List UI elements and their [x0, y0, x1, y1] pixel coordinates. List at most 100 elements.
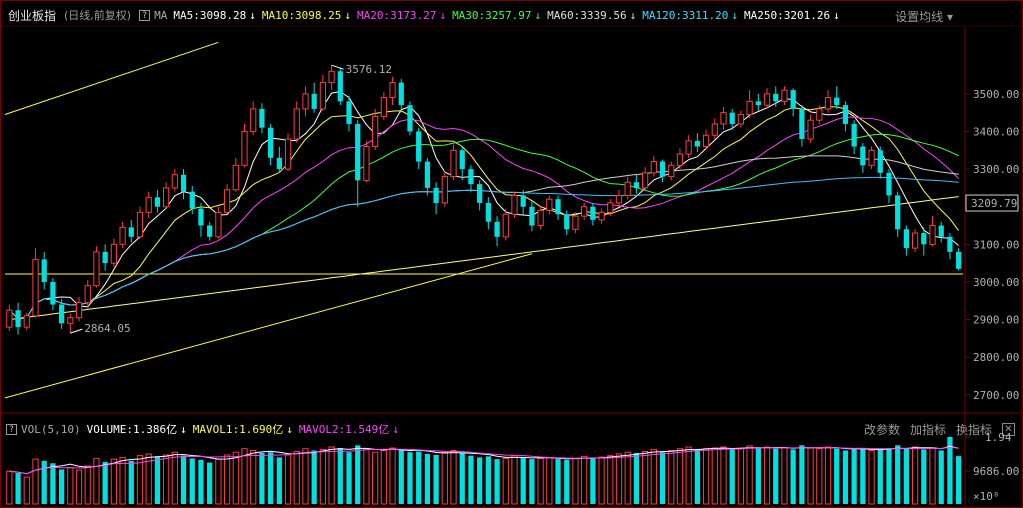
candle-body	[746, 100, 753, 116]
volume-bar	[58, 469, 65, 504]
ma30-line	[9, 133, 959, 320]
vol-tick-label: 9686.00	[973, 465, 1019, 478]
volume-bar	[650, 448, 657, 505]
volume-bar	[468, 455, 474, 504]
volume-bar	[110, 458, 117, 505]
candle-body	[737, 114, 745, 125]
candle-body	[903, 229, 910, 249]
candle-body	[380, 97, 387, 117]
candle-body	[877, 150, 883, 173]
volume-bar	[590, 457, 596, 504]
volume-bar	[903, 448, 910, 504]
candle-body	[929, 225, 936, 245]
candle-body	[485, 202, 491, 222]
candle-body	[947, 236, 953, 252]
volume-bar	[615, 453, 623, 505]
volume-bar	[746, 445, 753, 505]
candle-body	[668, 164, 675, 178]
volume-bar	[389, 447, 396, 505]
volume-bar	[67, 467, 74, 505]
candle-body	[694, 140, 700, 147]
volume-bar	[311, 450, 317, 504]
candle-body	[642, 172, 649, 189]
volume-bar	[75, 469, 83, 505]
volume-bar	[799, 445, 805, 504]
candle-body	[555, 199, 561, 215]
candle-body	[598, 211, 605, 221]
volume-bar	[207, 462, 213, 504]
candle-body	[284, 138, 292, 170]
volume-bar	[215, 458, 222, 505]
candle-body	[250, 108, 257, 132]
candle-body	[110, 243, 117, 264]
volume-bar	[171, 451, 178, 505]
candle-body	[416, 131, 422, 162]
price-tick-label: 2900.00	[973, 314, 1019, 327]
volume-bar	[102, 461, 108, 504]
candle-body	[259, 108, 265, 128]
volume-bar	[581, 455, 588, 505]
volume-bar	[355, 445, 361, 504]
candle-body	[529, 206, 535, 226]
candle-body	[450, 149, 457, 178]
volume-bar	[807, 447, 814, 505]
candle-body	[911, 232, 919, 249]
volume-bar	[790, 449, 796, 504]
candle-body	[895, 195, 901, 230]
volume-bar	[511, 455, 518, 505]
volume-bar	[676, 448, 684, 505]
volume-bar	[416, 451, 422, 504]
candle-body	[834, 97, 840, 106]
price-tick-label: 3000.00	[973, 276, 1019, 289]
volume-bar	[372, 451, 379, 505]
price-tick-label: 2800.00	[973, 351, 1019, 364]
volume-bar	[302, 448, 309, 505]
volume-bar	[477, 457, 483, 504]
candle-body	[328, 70, 335, 84]
candle-body	[763, 93, 771, 106]
candle-body	[337, 71, 343, 102]
candle-body	[711, 123, 718, 136]
volume-bar	[41, 460, 47, 504]
candle-body	[720, 112, 727, 125]
volume-bar	[93, 457, 100, 505]
candle-body	[564, 214, 570, 230]
volume-bar	[346, 452, 352, 504]
candle-body	[58, 304, 65, 324]
candle-body	[537, 209, 544, 227]
candle-body	[6, 309, 13, 328]
price-tick-label: 3400.00	[973, 125, 1019, 138]
candle-body	[102, 251, 108, 264]
volume-bar	[180, 455, 187, 504]
volume-bar	[668, 449, 675, 505]
volume-bar	[494, 459, 500, 504]
candle-body	[851, 123, 857, 147]
candle-body	[363, 146, 370, 181]
volume-bar	[624, 451, 631, 505]
candle-body	[921, 233, 927, 245]
volume-bar	[223, 454, 231, 505]
candle-body	[50, 281, 56, 305]
volume-bar	[459, 452, 465, 504]
price-tick-label: 3300.00	[973, 163, 1019, 176]
volume-bar	[702, 448, 710, 505]
price-tick-label: 3500.00	[973, 88, 1019, 101]
candle-body	[207, 225, 213, 237]
volume-bar	[268, 452, 274, 504]
candle-body	[546, 198, 553, 211]
volume-bar	[824, 446, 832, 505]
volume-bar	[564, 459, 570, 504]
chart-canvas: 3500.003400.003300.003200.003100.003000.…	[1, 25, 1022, 505]
candle-body	[119, 226, 126, 245]
candle-body	[389, 82, 396, 99]
volume-bar	[128, 460, 134, 504]
candle-body	[311, 93, 317, 109]
ma250-line	[9, 196, 959, 321]
volume-bar	[729, 449, 735, 504]
vol-unit-label: ×10⁸	[973, 490, 1000, 503]
volume-bar	[50, 463, 56, 504]
volume-bar	[232, 451, 239, 505]
candle-body	[372, 115, 379, 148]
candle-body	[607, 202, 614, 213]
candle-body	[956, 251, 962, 269]
